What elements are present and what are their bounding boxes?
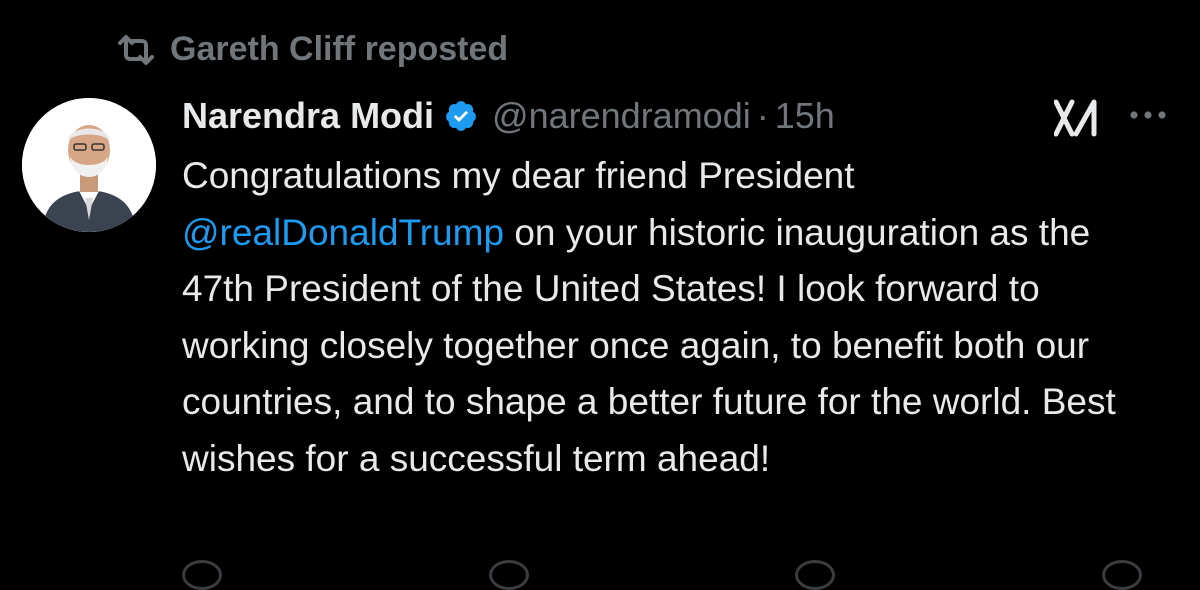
like-icon[interactable] [795,560,836,590]
author-name[interactable]: Narendra Modi [182,95,434,137]
avatar-photo [22,98,156,232]
tweet-text-part1: Congratulations my dear friend President [182,155,855,196]
author-handle[interactable]: @narendramodi [492,95,751,137]
repost-text: Gareth Cliff reposted [170,30,509,68]
verified-badge-icon [444,99,478,133]
tweet-text: Congratulations my dear friend President… [182,148,1172,487]
avatar[interactable] [22,98,156,232]
time-separator: · [756,95,769,136]
repost-indicator[interactable]: Gareth Cliff reposted [116,30,508,69]
retweet-icon[interactable] [488,560,529,590]
grok-icon[interactable] [1053,98,1104,143]
repost-icon [116,33,156,67]
share-icon[interactable] [1101,560,1142,590]
mention-link[interactable]: @realDonaldTrump [182,212,504,253]
reply-icon[interactable] [182,560,222,590]
more-options-icon[interactable] [1128,108,1168,126]
tweet-actions-bar [182,560,1142,590]
tweet-time[interactable]: 15h [775,95,835,137]
tweet-header: Narendra Modi @narendramodi · 15h [182,92,1140,140]
